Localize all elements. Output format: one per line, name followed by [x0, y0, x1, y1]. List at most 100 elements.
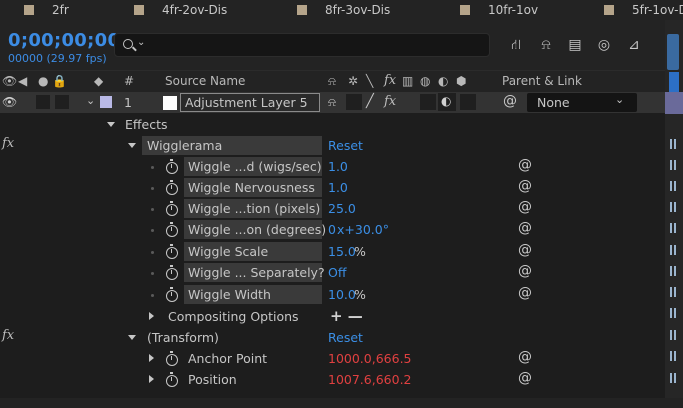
effects-switch-header[interactable]: fx	[384, 73, 396, 88]
property-value[interactable]: Off	[328, 265, 346, 280]
comp-tab-10fr-1ov[interactable]: 10fr-1ov	[460, 2, 538, 18]
composition-flowchart-icon[interactable]: ⛙	[506, 36, 526, 54]
current-time-indicator[interactable]	[669, 72, 679, 92]
property-value[interactable]: 1.0	[328, 159, 348, 174]
stopwatch-icon[interactable]	[166, 287, 178, 302]
motion-blur-icon[interactable]: ◎	[594, 36, 614, 54]
pick-whip-icon[interactable]: @	[518, 285, 532, 301]
pick-whip-icon[interactable]: @	[518, 242, 532, 258]
keyframe-marker[interactable]	[670, 245, 676, 255]
audio-column-icon[interactable]: ◀	[18, 74, 27, 88]
quality-switch-icon[interactable]: ╱	[366, 94, 374, 109]
keyframe-marker[interactable]	[670, 373, 676, 383]
property-value[interactable]: 15.0	[328, 244, 356, 259]
lock-column-icon[interactable]: 🔒	[52, 74, 67, 88]
effect-fx-icon[interactable]: fx	[2, 328, 14, 343]
keyframe-marker[interactable]	[670, 223, 676, 233]
visibility-eye-icon[interactable]: 👁	[2, 95, 17, 109]
frame-blending-icon[interactable]: ▤	[565, 36, 585, 54]
keyframe-marker[interactable]	[670, 287, 676, 297]
effect-reset-link[interactable]: Reset	[328, 138, 363, 153]
pick-whip-icon[interactable]: @	[518, 157, 532, 173]
keyframe-marker[interactable]	[670, 160, 676, 170]
keyframe-marker[interactable]	[670, 308, 676, 318]
time-navigator[interactable]	[667, 34, 679, 70]
property-row[interactable]: Position 1007.6,660.2 @	[0, 369, 665, 390]
effects-switch[interactable]: fx	[384, 94, 396, 109]
stopwatch-icon[interactable]	[166, 180, 178, 195]
property-row[interactable]: Wiggle Scale 15.0% @	[0, 241, 665, 262]
pick-whip-icon[interactable]: @	[518, 370, 532, 386]
keyframe-marker[interactable]	[670, 266, 676, 276]
current-time-display[interactable]: 0;00;00;00	[8, 30, 120, 51]
pick-whip-icon[interactable]: @	[518, 178, 532, 194]
parent-dropdown[interactable]: None ⌄	[527, 93, 637, 112]
quality-switch-icon[interactable]: ╲	[366, 74, 373, 88]
property-row[interactable]: Wiggle ...on (degrees) 0 x+30.0° @	[0, 219, 665, 240]
adjustment-layer-switch[interactable]: ◐	[438, 93, 456, 111]
shy-layers-icon[interactable]: ⍾	[536, 36, 556, 54]
property-row[interactable]: Wiggle Nervousness 1.0 @	[0, 177, 665, 198]
effects-group-row[interactable]: Effects	[0, 114, 665, 135]
layer-search-input[interactable]: ⌄	[114, 33, 490, 57]
stopwatch-icon[interactable]	[166, 265, 178, 280]
solo-column-icon[interactable]: ●	[38, 74, 48, 88]
layer-label-color[interactable]	[100, 96, 112, 108]
expand-triangle-icon[interactable]	[149, 375, 154, 383]
collapse-switch-icon[interactable]: ✲	[348, 74, 358, 88]
pick-whip-icon[interactable]: @	[518, 263, 532, 279]
collapse-switch[interactable]	[346, 94, 362, 110]
keyframe-marker[interactable]	[670, 139, 676, 149]
frame-blend-switch-icon[interactable]: ▥	[402, 74, 413, 88]
lock-toggle[interactable]	[55, 95, 69, 109]
pick-whip-icon[interactable]: @	[503, 93, 517, 109]
property-row[interactable]: Wiggle ...d (wigs/sec) 1.0 @	[0, 156, 665, 177]
shy-switch-icon[interactable]: ⍾	[328, 74, 336, 89]
solo-toggle[interactable]	[36, 95, 50, 109]
property-value[interactable]: 1.0	[328, 180, 348, 195]
keyframe-marker[interactable]	[670, 351, 676, 361]
comp-tab-4fr-2ov-dis[interactable]: 4fr-2ov-Dis	[134, 2, 227, 18]
expand-triangle-icon[interactable]	[149, 312, 154, 320]
expand-triangle-icon[interactable]	[107, 122, 115, 127]
pick-whip-icon[interactable]: @	[518, 199, 532, 215]
comp-tab-8fr-3ov-dis[interactable]: 8fr-3ov-Dis	[297, 2, 390, 18]
property-value[interactable]: 25.0	[328, 201, 356, 216]
layer-row[interactable]: 👁 ⌄ 1 Adjustment Layer 5 ⍾ ╱ fx ◐ @ None…	[0, 92, 665, 113]
property-row[interactable]: Wiggle ...tion (pixels) 25.0 @	[0, 198, 665, 219]
timeline-track-area[interactable]	[665, 20, 683, 408]
property-value[interactable]: 1007.6,660.2	[328, 372, 412, 387]
stopwatch-icon[interactable]	[166, 244, 178, 259]
transform-group-row[interactable]: fx (Transform) Reset	[0, 327, 665, 348]
property-value-rotation[interactable]: x+30.0°	[337, 222, 389, 237]
keyframe-marker[interactable]	[670, 181, 676, 191]
effect-fx-icon[interactable]: fx	[2, 136, 14, 151]
add-remove-mask-controls[interactable]: + —	[330, 307, 363, 325]
wigglerama-effect-row[interactable]: fx Wigglerama Reset	[0, 135, 665, 156]
comp-tab-2fr[interactable]: 2fr	[24, 2, 69, 18]
property-row[interactable]: Wiggle ... Separately? Off @	[0, 262, 665, 283]
keyframe-marker[interactable]	[670, 202, 676, 212]
pick-whip-icon[interactable]: @	[518, 349, 532, 365]
stopwatch-icon[interactable]	[166, 372, 178, 387]
comp-tab-5fr-1ov-dis[interactable]: 5fr-1ov-Dis	[604, 2, 683, 18]
source-name-column-header[interactable]: Source Name	[165, 74, 245, 88]
keyframe-marker[interactable]	[670, 330, 676, 340]
transform-reset-link[interactable]: Reset	[328, 330, 363, 345]
stopwatch-icon[interactable]	[166, 222, 178, 237]
property-value[interactable]: 0	[328, 222, 336, 237]
stopwatch-icon[interactable]	[166, 201, 178, 216]
expand-triangle-icon[interactable]	[149, 354, 154, 362]
layer-duration-bar[interactable]	[665, 92, 683, 114]
property-row[interactable]: Anchor Point 1000.0,666.5 @	[0, 348, 665, 369]
motion-blur-switch-icon[interactable]: ◍	[420, 74, 430, 88]
expand-triangle-icon[interactable]	[128, 143, 136, 148]
3d-layer-switch[interactable]	[460, 94, 476, 110]
adjustment-layer-switch-icon[interactable]: ◐	[438, 74, 448, 88]
label-column-icon[interactable]: ◆	[94, 74, 103, 88]
property-row[interactable]: Wiggle Width 10.0% @	[0, 284, 665, 305]
property-value[interactable]: 10.0	[328, 287, 356, 302]
stopwatch-icon[interactable]	[166, 351, 178, 366]
eye-column-icon[interactable]: 👁	[2, 74, 17, 88]
compositing-options-row[interactable]: Compositing Options + —	[0, 306, 665, 327]
